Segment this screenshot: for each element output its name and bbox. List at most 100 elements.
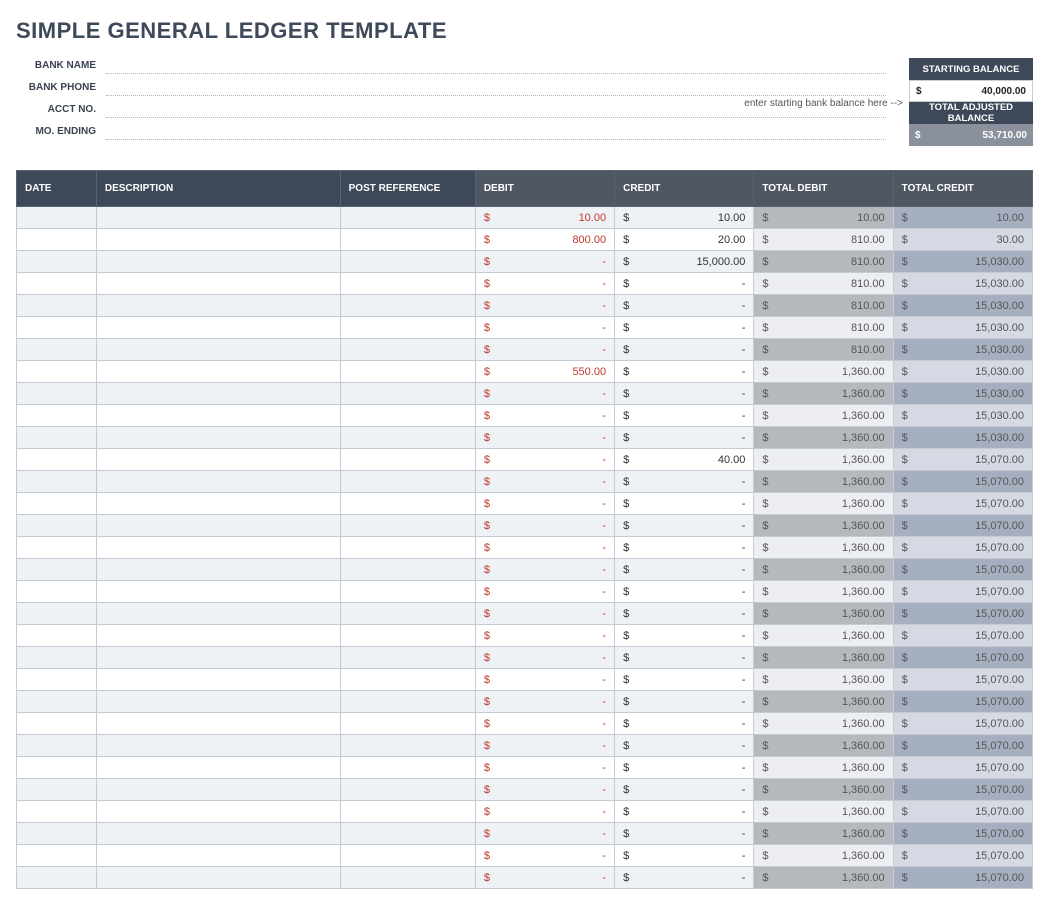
cell-description[interactable] xyxy=(96,493,340,515)
cell-description[interactable] xyxy=(96,405,340,427)
cell-date[interactable] xyxy=(17,427,97,449)
cell-date[interactable] xyxy=(17,383,97,405)
cell-description[interactable] xyxy=(96,713,340,735)
cell-post-reference[interactable] xyxy=(340,317,475,339)
cell-description[interactable] xyxy=(96,669,340,691)
cell-description[interactable] xyxy=(96,779,340,801)
cell-total-credit[interactable]: $15,070.00 xyxy=(893,779,1032,801)
cell-total-debit[interactable]: $1,360.00 xyxy=(754,845,893,867)
cell-debit[interactable]: $- xyxy=(475,339,614,361)
cell-total-credit[interactable]: $15,070.00 xyxy=(893,515,1032,537)
cell-debit[interactable]: $- xyxy=(475,273,614,295)
cell-credit[interactable]: $10.00 xyxy=(615,207,754,229)
cell-credit[interactable]: $- xyxy=(615,537,754,559)
cell-debit[interactable]: $- xyxy=(475,537,614,559)
cell-total-credit[interactable]: $15,070.00 xyxy=(893,581,1032,603)
cell-post-reference[interactable] xyxy=(340,845,475,867)
cell-date[interactable] xyxy=(17,317,97,339)
cell-description[interactable] xyxy=(96,867,340,889)
cell-date[interactable] xyxy=(17,295,97,317)
cell-description[interactable] xyxy=(96,251,340,273)
cell-debit[interactable]: $- xyxy=(475,691,614,713)
cell-post-reference[interactable] xyxy=(340,273,475,295)
cell-total-debit[interactable]: $810.00 xyxy=(754,251,893,273)
cell-date[interactable] xyxy=(17,339,97,361)
cell-description[interactable] xyxy=(96,757,340,779)
cell-description[interactable] xyxy=(96,559,340,581)
cell-credit[interactable]: $- xyxy=(615,691,754,713)
cell-debit[interactable]: $- xyxy=(475,625,614,647)
cell-post-reference[interactable] xyxy=(340,427,475,449)
cell-post-reference[interactable] xyxy=(340,669,475,691)
cell-total-credit[interactable]: $10.00 xyxy=(893,207,1032,229)
cell-total-debit[interactable]: $1,360.00 xyxy=(754,405,893,427)
cell-debit[interactable]: $- xyxy=(475,449,614,471)
cell-total-debit[interactable]: $1,360.00 xyxy=(754,471,893,493)
cell-credit[interactable]: $- xyxy=(615,801,754,823)
cell-date[interactable] xyxy=(17,515,97,537)
cell-post-reference[interactable] xyxy=(340,823,475,845)
cell-post-reference[interactable] xyxy=(340,339,475,361)
cell-description[interactable] xyxy=(96,361,340,383)
cell-credit[interactable]: $- xyxy=(615,317,754,339)
cell-total-debit[interactable]: $1,360.00 xyxy=(754,515,893,537)
cell-debit[interactable]: $- xyxy=(475,757,614,779)
cell-post-reference[interactable] xyxy=(340,647,475,669)
cell-credit[interactable]: $- xyxy=(615,493,754,515)
cell-total-debit[interactable]: $1,360.00 xyxy=(754,361,893,383)
cell-credit[interactable]: $- xyxy=(615,471,754,493)
cell-total-credit[interactable]: $15,070.00 xyxy=(893,757,1032,779)
cell-credit[interactable]: $- xyxy=(615,383,754,405)
cell-post-reference[interactable] xyxy=(340,515,475,537)
cell-date[interactable] xyxy=(17,537,97,559)
cell-total-debit[interactable]: $1,360.00 xyxy=(754,757,893,779)
cell-date[interactable] xyxy=(17,713,97,735)
cell-total-credit[interactable]: $15,070.00 xyxy=(893,823,1032,845)
cell-credit[interactable]: $- xyxy=(615,757,754,779)
cell-total-debit[interactable]: $10.00 xyxy=(754,207,893,229)
cell-date[interactable] xyxy=(17,449,97,471)
cell-total-credit[interactable]: $15,030.00 xyxy=(893,339,1032,361)
cell-credit[interactable]: $- xyxy=(615,559,754,581)
cell-credit[interactable]: $- xyxy=(615,669,754,691)
cell-description[interactable] xyxy=(96,471,340,493)
cell-post-reference[interactable] xyxy=(340,559,475,581)
cell-total-debit[interactable]: $1,360.00 xyxy=(754,537,893,559)
cell-post-reference[interactable] xyxy=(340,735,475,757)
cell-description[interactable] xyxy=(96,691,340,713)
cell-date[interactable] xyxy=(17,361,97,383)
cell-credit[interactable]: $- xyxy=(615,867,754,889)
cell-credit[interactable]: $- xyxy=(615,581,754,603)
cell-post-reference[interactable] xyxy=(340,537,475,559)
cell-total-debit[interactable]: $810.00 xyxy=(754,317,893,339)
cell-total-debit[interactable]: $1,360.00 xyxy=(754,691,893,713)
cell-credit[interactable]: $- xyxy=(615,823,754,845)
cell-total-credit[interactable]: $15,070.00 xyxy=(893,537,1032,559)
cell-description[interactable] xyxy=(96,383,340,405)
cell-post-reference[interactable] xyxy=(340,207,475,229)
cell-total-debit[interactable]: $1,360.00 xyxy=(754,801,893,823)
cell-credit[interactable]: $20.00 xyxy=(615,229,754,251)
cell-description[interactable] xyxy=(96,647,340,669)
cell-debit[interactable]: $- xyxy=(475,845,614,867)
cell-total-credit[interactable]: $15,070.00 xyxy=(893,735,1032,757)
cell-total-credit[interactable]: $15,030.00 xyxy=(893,295,1032,317)
cell-credit[interactable]: $- xyxy=(615,273,754,295)
cell-date[interactable] xyxy=(17,229,97,251)
cell-post-reference[interactable] xyxy=(340,251,475,273)
cell-total-debit[interactable]: $1,360.00 xyxy=(754,867,893,889)
cell-post-reference[interactable] xyxy=(340,405,475,427)
cell-total-credit[interactable]: $15,070.00 xyxy=(893,493,1032,515)
cell-description[interactable] xyxy=(96,207,340,229)
cell-debit[interactable]: $- xyxy=(475,251,614,273)
cell-total-debit[interactable]: $1,360.00 xyxy=(754,427,893,449)
cell-debit[interactable]: $- xyxy=(475,405,614,427)
cell-description[interactable] xyxy=(96,515,340,537)
cell-post-reference[interactable] xyxy=(340,581,475,603)
bank-name-input[interactable] xyxy=(106,60,886,74)
cell-total-credit[interactable]: $15,070.00 xyxy=(893,559,1032,581)
cell-date[interactable] xyxy=(17,779,97,801)
cell-credit[interactable]: $- xyxy=(615,647,754,669)
cell-description[interactable] xyxy=(96,625,340,647)
cell-description[interactable] xyxy=(96,229,340,251)
